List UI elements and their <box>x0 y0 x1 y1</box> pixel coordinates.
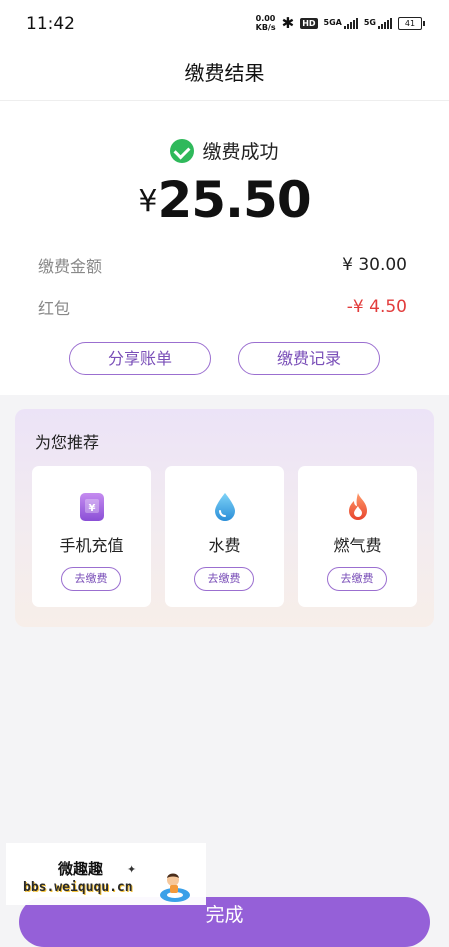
network-speed-unit: KB/s <box>255 23 276 32</box>
currency-symbol: ¥ <box>138 184 158 219</box>
detail-label: 红包 <box>38 299 71 318</box>
status-indicators: 0.00 KB/s ✱ HD 5GA 5G 41 <box>256 14 425 32</box>
battery-icon: 41 <box>398 16 425 30</box>
network-speed: 0.00 KB/s <box>256 14 276 32</box>
payment-result-card: 缴费成功 ¥25.50 缴费金额 ¥ 30.00 红包 -¥ 4.50 分享账单… <box>0 101 449 395</box>
signal-5g-label: 5G <box>363 17 376 27</box>
recommend-title: 为您推荐 <box>35 433 100 452</box>
signal-5ga-label: 5GA <box>323 17 342 27</box>
go-pay-button[interactable]: 去缴费 <box>327 567 387 591</box>
signal-5ga-icon: 5GA <box>323 17 358 29</box>
status-bar: 11:42 0.00 KB/s ✱ HD 5GA 5G 41 <box>0 0 449 50</box>
sparkle-icon: ✦ <box>127 863 137 876</box>
watermark: 微趣趣 ✦ bbs.weiququ.cn <box>6 843 206 905</box>
gas-flame-icon <box>349 493 367 520</box>
svg-text:¥: ¥ <box>89 503 96 514</box>
bluetooth-icon: ✱ <box>281 14 295 32</box>
recommend-item-name: 手机充值 <box>59 536 124 555</box>
detail-value: ¥ 30.00 <box>342 255 407 275</box>
go-pay-button[interactable]: 去缴费 <box>194 567 254 591</box>
go-pay-button[interactable]: 去缴费 <box>61 567 121 591</box>
page-header: 缴费结果 <box>0 50 449 101</box>
network-speed-value: 0.00 <box>255 14 276 23</box>
detail-label: 缴费金额 <box>38 257 103 276</box>
mascot-icon <box>160 873 190 902</box>
recommend-item-name: 水费 <box>208 536 241 555</box>
status-time: 11:42 <box>26 14 75 34</box>
watermark-title: 微趣趣 <box>58 860 104 878</box>
recommend-item-gas[interactable]: 燃气费 去缴费 <box>298 466 417 607</box>
recommend-item-phone[interactable]: ¥ 手机充值 去缴费 <box>32 466 151 607</box>
detail-row-payment: 缴费金额 ¥ 30.00 <box>38 253 407 277</box>
page-title: 缴费结果 <box>184 61 265 85</box>
water-drop-icon <box>215 493 235 521</box>
recommend-section: 为您推荐 ¥ 手机充值 去缴费 水费 去缴费 燃气费 去缴费 <box>15 409 434 627</box>
battery-level: 41 <box>398 16 422 30</box>
hd-voice-badge: HD <box>300 17 318 29</box>
success-text: 缴费成功 <box>202 141 279 163</box>
success-check-icon <box>170 138 195 163</box>
recommend-item-water[interactable]: 水费 去缴费 <box>165 466 284 607</box>
signal-5g-icon: 5G <box>363 17 392 29</box>
detail-value: -¥ 4.50 <box>346 297 407 317</box>
watermark-url: bbs.weiququ.cn <box>23 880 133 895</box>
detail-row-redpacket: 红包 -¥ 4.50 <box>38 295 407 319</box>
payment-records-button[interactable]: 缴费记录 <box>238 342 380 375</box>
paid-amount: ¥25.50 <box>0 171 449 229</box>
phone-recharge-icon: ¥ <box>80 493 104 521</box>
success-status: 缴费成功 <box>0 137 449 164</box>
share-bill-button[interactable]: 分享账单 <box>69 342 211 375</box>
recommend-item-name: 燃气费 <box>333 536 382 555</box>
amount-value: 25.50 <box>157 171 311 229</box>
